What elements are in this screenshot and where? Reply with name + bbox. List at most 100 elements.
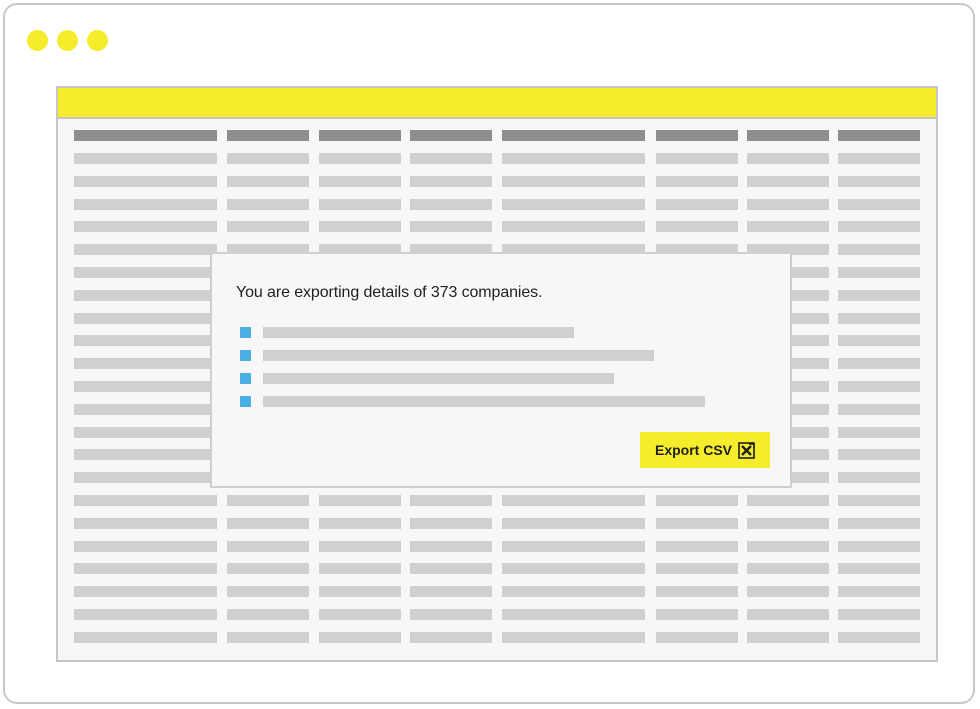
table-cell-placeholder [838,449,920,460]
table-cell-placeholder [838,199,920,210]
table-cell-placeholder [838,267,920,278]
table-cell-placeholder [319,632,401,643]
table-cell-placeholder [838,290,920,301]
table-cell-placeholder [319,199,401,210]
table-header-cell [502,130,645,141]
table-cell-placeholder [502,586,645,597]
table-cell-placeholder [227,199,309,210]
table-cell-placeholder [227,495,309,506]
table-header-cell [227,130,309,141]
table-cell-placeholder [502,495,645,506]
table-cell-placeholder [410,586,492,597]
table-cell-placeholder [410,518,492,529]
table-cell-placeholder [502,518,645,529]
table-cell-placeholder [838,221,920,232]
table-cell-placeholder [838,472,920,483]
table-cell-placeholder [319,153,401,164]
table-cell-placeholder [410,199,492,210]
table-cell-placeholder [656,518,738,529]
table-cell-placeholder [656,199,738,210]
table-cell-placeholder [502,563,645,574]
table-cell-placeholder [747,541,829,552]
export-csv-button[interactable]: Export CSV [640,432,770,468]
dialog-title: You are exporting details of 373 compani… [236,284,543,301]
table-cell-placeholder [502,221,645,232]
table-cell-placeholder [838,404,920,415]
table-cell-placeholder [74,358,217,369]
table-cell-placeholder [838,358,920,369]
table-cell-placeholder [319,221,401,232]
excel-icon [738,441,755,459]
table-cell-placeholder [747,586,829,597]
table-cell-placeholder [838,632,920,643]
table-cell-placeholder [838,244,920,255]
table-cell-placeholder [747,221,829,232]
table-cell-placeholder [74,199,217,210]
list-item-placeholder [263,396,705,407]
table-cell-placeholder [227,176,309,187]
table-cell-placeholder [838,153,920,164]
table-cell-placeholder [838,381,920,392]
table-cell-placeholder [74,267,217,278]
table-header-cell [838,130,920,141]
table-cell-placeholder [74,381,217,392]
table-cell-placeholder [656,176,738,187]
table-cell-placeholder [227,632,309,643]
table-cell-placeholder [74,563,217,574]
table-cell-placeholder [656,586,738,597]
table-header-bar [58,88,936,119]
table-cell-placeholder [656,221,738,232]
table-cell-placeholder [227,563,309,574]
table-cell-placeholder [410,632,492,643]
table-cell-placeholder [74,472,217,483]
table-cell-placeholder [227,221,309,232]
table-cell-placeholder [656,153,738,164]
table-header-cell [74,130,217,141]
table-cell-placeholder [74,404,217,415]
table-cell-placeholder [74,449,217,460]
table-cell-placeholder [747,609,829,620]
export-dialog: You are exporting details of 373 compani… [210,252,792,488]
table-cell-placeholder [410,609,492,620]
table-cell-placeholder [227,609,309,620]
table-cell-placeholder [319,541,401,552]
table-cell-placeholder [74,313,217,324]
table-cell-placeholder [74,221,217,232]
table-cell-placeholder [838,586,920,597]
table-cell-placeholder [319,563,401,574]
table-cell-placeholder [838,427,920,438]
table-cell-placeholder [74,335,217,346]
table-cell-placeholder [319,518,401,529]
list-item-placeholder [263,327,574,338]
table-cell-placeholder [838,313,920,324]
table-cell-placeholder [227,518,309,529]
window-control-dot[interactable] [87,30,108,51]
table-cell-placeholder [747,199,829,210]
table-cell-placeholder [502,632,645,643]
table-cell-placeholder [319,176,401,187]
table-cell-placeholder [74,290,217,301]
table-header-cell [747,130,829,141]
table-cell-placeholder [838,563,920,574]
table-cell-placeholder [838,541,920,552]
list-bullet-icon [240,350,251,361]
window-control-dot[interactable] [57,30,78,51]
table-cell-placeholder [838,518,920,529]
table-cell-placeholder [74,609,217,620]
table-cell-placeholder [502,176,645,187]
table-cell-placeholder [747,563,829,574]
table-cell-placeholder [502,199,645,210]
table-cell-placeholder [227,153,309,164]
table-cell-placeholder [74,244,217,255]
export-csv-label: Export CSV [654,442,732,458]
table-cell-placeholder [74,586,217,597]
table-cell-placeholder [410,563,492,574]
table-cell-placeholder [74,153,217,164]
table-cell-placeholder [747,518,829,529]
table-cell-placeholder [656,632,738,643]
table-cell-placeholder [502,541,645,552]
table-header-cell [656,130,738,141]
table-cell-placeholder [838,335,920,346]
table-cell-placeholder [410,176,492,187]
window-control-dot[interactable] [27,30,48,51]
